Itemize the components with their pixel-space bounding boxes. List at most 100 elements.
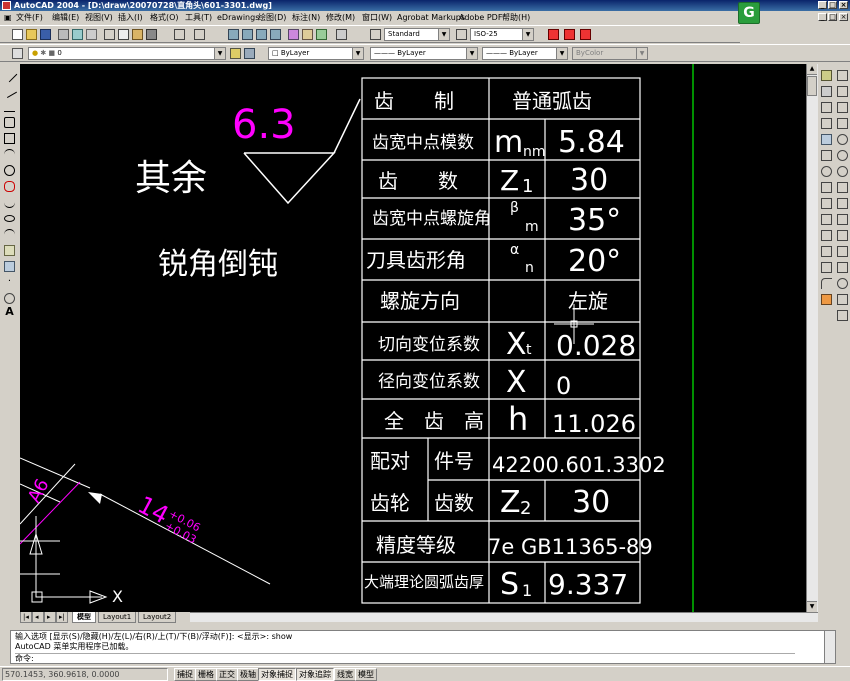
menu-help[interactable]: 帮助(H)	[502, 11, 530, 24]
insert-block-icon[interactable]	[4, 245, 15, 256]
point-icon[interactable]: ·	[4, 277, 15, 288]
menu-adobe-pdf[interactable]: Adobe PDF	[459, 11, 502, 24]
zoom-previous-icon[interactable]	[270, 29, 281, 40]
tab-layout1[interactable]: Layout1	[98, 612, 137, 623]
diameter-dimension-icon[interactable]	[837, 166, 848, 177]
tab-first-arrow[interactable]: |◂	[20, 612, 32, 623]
menu-file[interactable]: 文件(F)	[16, 11, 43, 24]
aligned-dimension-icon[interactable]	[837, 86, 848, 97]
ellipse-arc-icon[interactable]	[4, 229, 15, 240]
quick-leader-icon[interactable]	[837, 246, 848, 257]
pdf-icon[interactable]	[548, 29, 559, 40]
lineweight-toggle[interactable]: 线宽	[334, 668, 356, 681]
multiline-text-icon[interactable]: A	[4, 306, 15, 317]
ellipse-icon[interactable]	[4, 215, 15, 222]
dim-style-select[interactable]: ISO-25 ▼	[470, 28, 534, 41]
pan-icon[interactable]	[228, 29, 239, 40]
linear-dimension-icon[interactable]	[837, 70, 848, 81]
layer-manager-icon[interactable]	[12, 48, 23, 59]
trim-icon[interactable]	[821, 214, 832, 225]
menu-dimension[interactable]: 标注(N)	[292, 11, 320, 24]
help-icon[interactable]	[336, 29, 347, 40]
radius-dimension-icon[interactable]	[837, 134, 848, 145]
tab-layout2[interactable]: Layout2	[138, 612, 177, 623]
menu-view[interactable]: 视图(V)	[85, 11, 113, 24]
layer-select[interactable]: ● ✱ ■ 0 ▼	[28, 47, 226, 60]
doc-close-button[interactable]: ×	[839, 13, 848, 21]
chamfer-icon[interactable]	[821, 278, 832, 289]
publish-icon[interactable]	[86, 29, 97, 40]
extend-icon[interactable]	[821, 230, 832, 241]
redo-icon[interactable]	[194, 29, 205, 40]
command-window[interactable]: 输入选项 [显示(S)/隐藏(H)/左(L)/右(R)/上(T)/下(B)/浮动…	[10, 630, 836, 664]
menu-acrobat-markups[interactable]: Agrobat Markups	[397, 11, 465, 24]
move-icon[interactable]	[821, 150, 832, 161]
plot-preview-icon[interactable]	[72, 29, 83, 40]
scale-icon[interactable]	[821, 182, 832, 193]
menu-tools[interactable]: 工具(T)	[185, 11, 212, 24]
angular-dimension-icon[interactable]	[837, 182, 848, 193]
stretch-icon[interactable]	[821, 198, 832, 209]
close-button[interactable]: ×	[839, 1, 848, 9]
menu-edrawings[interactable]: eDrawings	[217, 11, 259, 24]
tab-model[interactable]: 模型	[72, 612, 96, 623]
baseline-dimension-icon[interactable]	[837, 214, 848, 225]
g-app-icon[interactable]: G	[738, 2, 760, 24]
scroll-down-arrow[interactable]: ▼	[807, 601, 817, 612]
polygon-icon[interactable]	[4, 117, 15, 128]
text-style-select[interactable]: Standard ▼	[384, 28, 450, 41]
undo-icon[interactable]	[174, 29, 185, 40]
scroll-thumb[interactable]	[807, 76, 817, 96]
ortho-toggle[interactable]: 正交	[216, 668, 238, 681]
linetype-select[interactable]: ——— ByLayer ▼	[370, 47, 478, 60]
tab-last-arrow[interactable]: ▸|	[56, 612, 68, 623]
offset-icon[interactable]	[821, 118, 832, 129]
rotate-icon[interactable]	[821, 166, 832, 177]
otrack-toggle[interactable]: 对象追踪	[296, 668, 334, 681]
command-scrollbar[interactable]	[824, 631, 835, 663]
match-properties-icon[interactable]	[146, 29, 157, 40]
horizontal-scrollbar[interactable]	[190, 612, 818, 622]
continue-dimension-icon[interactable]	[837, 230, 848, 241]
polyline-icon[interactable]	[4, 101, 15, 112]
design-center-icon[interactable]	[302, 29, 313, 40]
dim-style-icon[interactable]	[456, 29, 467, 40]
layer-previous-icon[interactable]	[244, 48, 255, 59]
line-icon[interactable]	[1, 66, 18, 83]
join-icon[interactable]	[821, 262, 832, 273]
revision-cloud-icon[interactable]	[4, 181, 15, 192]
menu-window[interactable]: 窗口(W)	[362, 11, 392, 24]
mirror-icon[interactable]	[821, 102, 832, 113]
coordinate-readout[interactable]: 570.1453, 360.9618, 0.0000	[2, 668, 168, 681]
minimize-button[interactable]: _	[818, 1, 827, 9]
properties-icon[interactable]	[288, 29, 299, 40]
erase-icon[interactable]	[821, 70, 832, 81]
break-icon[interactable]	[821, 246, 832, 257]
print-icon[interactable]	[58, 29, 69, 40]
menu-draw[interactable]: 绘图(D)	[258, 11, 286, 24]
construction-line-icon[interactable]	[1, 82, 18, 99]
make-block-icon[interactable]	[4, 261, 15, 272]
tool-palettes-icon[interactable]	[316, 29, 327, 40]
snap-toggle[interactable]: 捕捉	[174, 668, 196, 681]
drawing-canvas[interactable]: 6.3 其余 锐角倒钝 A6 14 +0.06 +0.03 X 齿 制 普通弧齿…	[20, 64, 806, 612]
quick-dimension-icon[interactable]	[837, 198, 848, 209]
rectangle-icon[interactable]	[4, 133, 15, 144]
polar-toggle[interactable]: 极轴	[237, 668, 259, 681]
arc-icon[interactable]	[4, 149, 15, 160]
doc-restore-button[interactable]: □	[828, 13, 837, 21]
jogged-dimension-icon[interactable]	[837, 150, 848, 161]
save-icon[interactable]	[40, 29, 51, 40]
menu-format[interactable]: 格式(O)	[150, 11, 179, 24]
model-toggle[interactable]: 模型	[355, 668, 377, 681]
menu-modify[interactable]: 修改(M)	[326, 11, 355, 24]
paste-icon[interactable]	[132, 29, 143, 40]
cut-icon[interactable]	[104, 29, 115, 40]
pdf-email-icon[interactable]	[564, 29, 575, 40]
menu-doc-icon[interactable]: ▣	[4, 11, 12, 24]
tab-prev-arrow[interactable]: ◂	[32, 612, 44, 623]
ordinate-dimension-icon[interactable]	[837, 118, 848, 129]
tab-next-arrow[interactable]: ▸	[44, 612, 56, 623]
circle-icon[interactable]	[4, 165, 15, 176]
scroll-up-arrow[interactable]: ▲	[807, 64, 817, 75]
